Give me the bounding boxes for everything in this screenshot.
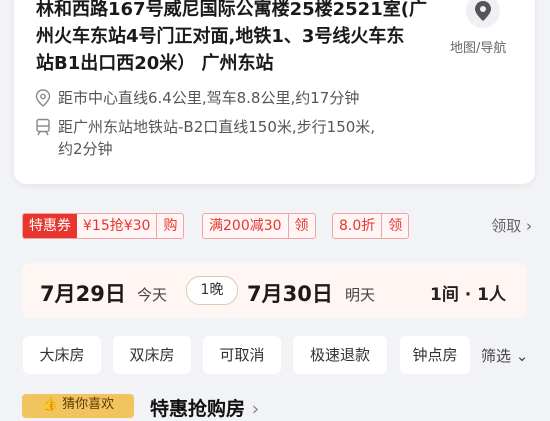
hotel-address[interactable]: 林和西路167号威尼国际公寓楼25楼2521室(广 州火车东站4号门正对面,地铁…	[36, 0, 436, 77]
filter-chip-twin-bed[interactable]: 双床房	[113, 336, 191, 374]
claim-all-link[interactable]: 领取 ›	[491, 215, 532, 236]
checkin-day: 今天	[137, 286, 168, 304]
location-pin-icon	[475, 1, 491, 21]
filter-chip-hourly[interactable]: 钟点房	[400, 336, 470, 374]
metro-icon	[36, 118, 50, 136]
chevron-right-icon: ›	[526, 217, 532, 235]
coupon-rate-text: 8.0折	[339, 218, 376, 234]
recommend-badge-label: 猜你喜欢	[62, 397, 115, 412]
distance-metro-line: 约2分钟	[58, 140, 113, 158]
rooms-guests-selector[interactable]: 1间 · 1人	[430, 280, 506, 305]
section-title[interactable]: 特惠抢购房 ›	[150, 394, 259, 421]
filter-label: 筛选	[481, 347, 512, 365]
section-title-label: 特惠抢购房	[150, 398, 246, 420]
chevron-right-icon: ›	[251, 398, 260, 420]
distance-metro: 距广州东站地铁站-B2口直线150米,步行150米, 约2分钟	[58, 116, 438, 160]
distance-city-center: 距市中心直线6.4公里,驾车8.8公里,约17分钟	[58, 89, 360, 107]
map-nav-label[interactable]: 地图/导航	[450, 37, 506, 56]
address-line: 林和西路167号威尼国际公寓楼25楼2521室(广	[36, 0, 427, 20]
coupon-discount-text: 满200减30	[209, 218, 282, 234]
coupon-discount[interactable]: 满200减30 领	[202, 213, 316, 239]
coupon-rate-claim-button[interactable]: 领	[381, 214, 408, 238]
checkin-date[interactable]: 7月29日	[40, 278, 126, 308]
coupon-grab[interactable]: 特惠券 ¥15抢¥30 购	[22, 213, 185, 239]
date-selector[interactable]: 7月29日 今天 1晚 7月30日 明天 1间 · 1人	[22, 263, 527, 318]
coupon-grab-text: ¥15抢¥30	[83, 218, 151, 234]
filter-chip-cancellable[interactable]: 可取消	[203, 336, 281, 374]
address-line: 站B1出口西20米） 广州东站	[36, 53, 274, 74]
checkout-day: 明天	[345, 286, 376, 304]
location-outline-icon	[35, 89, 51, 107]
filter-button[interactable]: 筛选 ⌄	[481, 345, 528, 366]
filter-chip-king-bed[interactable]: 大床房	[23, 336, 101, 374]
nights-badge: 1晚	[186, 276, 238, 305]
checkout-date[interactable]: 7月30日	[247, 278, 333, 308]
coupon-buy-button[interactable]: 购	[156, 214, 183, 238]
recommend-badge: 👍 猜你喜欢	[22, 394, 134, 418]
chevron-down-icon: ⌄	[515, 347, 529, 365]
filter-chip-fast-refund[interactable]: 极速退款	[293, 336, 387, 374]
distance-metro-line: 距广州东站地铁站-B2口直线150米,步行150米,	[58, 118, 376, 136]
claim-label: 领取	[491, 217, 522, 235]
special-coupon-label: 特惠券	[23, 214, 77, 238]
address-line: 州火车东站4号门正对面,地铁1、3号线火车东	[36, 26, 405, 47]
coupon-rate[interactable]: 8.0折 领	[332, 213, 410, 239]
thumbs-up-icon: 👍	[41, 397, 59, 412]
coupon-row: 特惠券 ¥15抢¥30 购 满200减30 领 8.0折 领 领取 ›	[22, 213, 532, 239]
coupon-claim-button[interactable]: 领	[287, 214, 315, 238]
